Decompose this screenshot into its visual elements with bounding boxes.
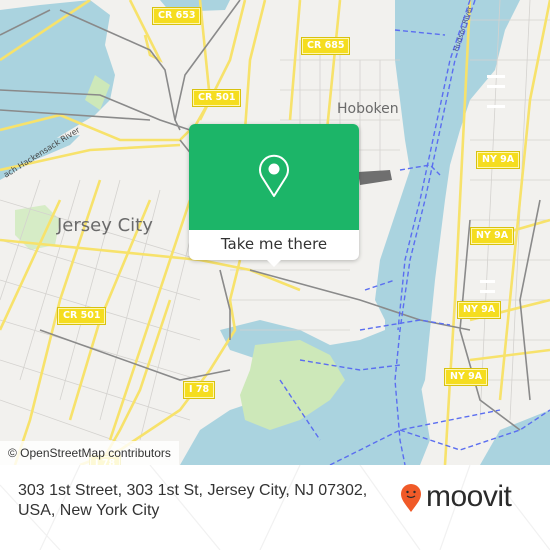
road-shield-cr653: CR 653 — [151, 7, 202, 25]
road-shield-ny9a: NY 9A — [456, 301, 502, 319]
water-east — [480, 410, 550, 465]
popup-pointer — [265, 258, 283, 267]
road-shield-i78: I 78 — [182, 381, 216, 399]
moovit-wordmark: moovit — [426, 480, 512, 513]
map-attribution[interactable]: © OpenStreetMap contributors — [0, 441, 179, 465]
map[interactable]: Jersey City Hoboken ach Hackensack River… — [0, 0, 550, 465]
road-shield-ny9a: NY 9A — [469, 227, 515, 245]
popup-header[interactable] — [189, 124, 359, 230]
footer: 303 1st Street, 303 1st St, Jersey City,… — [0, 465, 550, 550]
road-shield-ny9a: NY 9A — [475, 151, 521, 169]
road-shield-cr501: CR 501 — [191, 89, 242, 107]
place-label-hoboken: Hoboken — [337, 101, 399, 117]
road-shield-ny9a: NY 9A — [443, 368, 489, 386]
road-shield-cr685: CR 685 — [300, 37, 351, 55]
hoboken-terminal — [358, 170, 392, 185]
address-text: 303 1st Street, 303 1st St, Jersey City,… — [18, 482, 368, 519]
moovit-pin-icon — [401, 484, 421, 512]
moovit-logo[interactable]: moovit — [400, 477, 540, 517]
map-pin-icon — [259, 154, 289, 197]
take-me-there-button[interactable]: Take me there — [189, 230, 359, 260]
location-popup[interactable]: Take me there — [189, 124, 359, 267]
road-shield-cr501: CR 501 — [56, 307, 107, 325]
place-label-jersey-city: Jersey City — [57, 215, 153, 236]
